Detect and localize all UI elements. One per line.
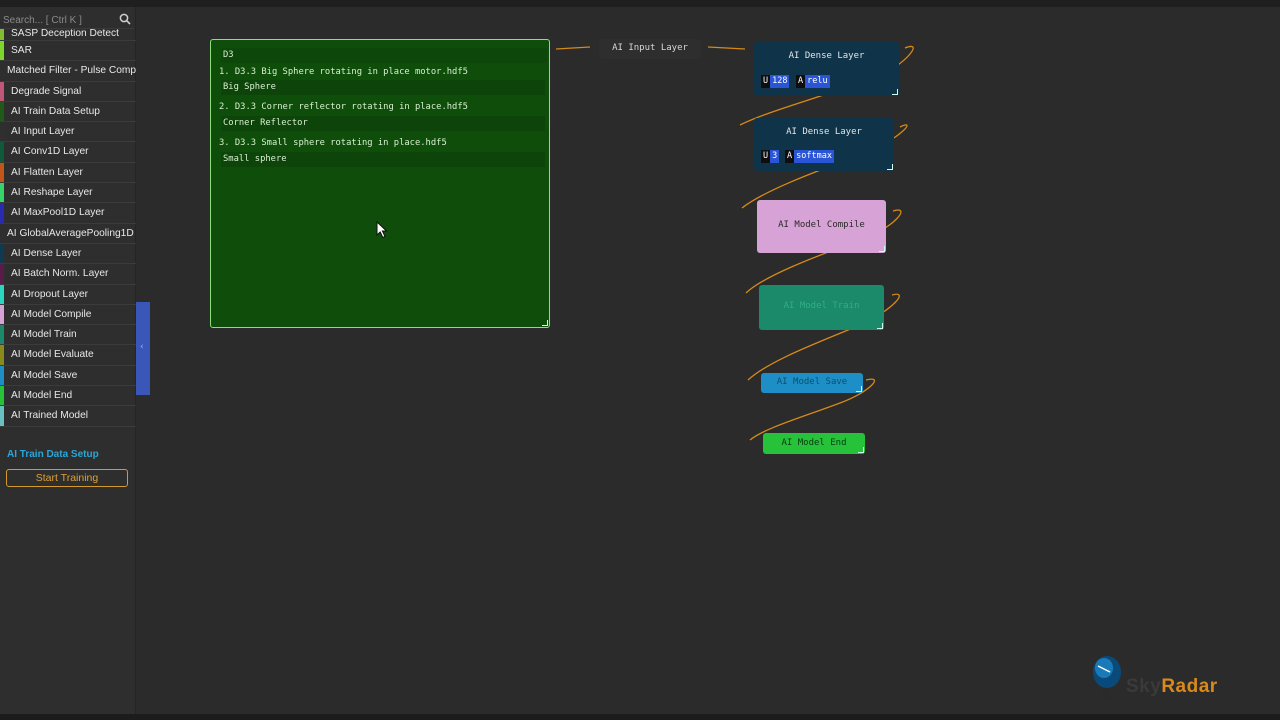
node-ai-model-train[interactable]: AI Model Train [759,285,884,330]
units-value[interactable]: 3 [770,150,780,163]
units-param[interactable]: U 128 [761,75,790,88]
connection-wires [555,45,914,441]
resize-handle-icon[interactable] [887,164,893,170]
dataset-file-1: 1. D3.3 Big Sphere rotating in place mot… [219,67,468,77]
node-ai-model-save[interactable]: AI Model Save [761,373,863,393]
dataset-label-input-3[interactable]: Small sphere [221,152,545,167]
resize-handle-icon[interactable] [892,89,898,95]
node-ai-model-end[interactable]: AI Model End [763,433,865,454]
radar-dish-icon [1093,656,1121,702]
node-title: AI Model Save [776,377,848,387]
activation-param[interactable]: Asoftmax [785,150,834,163]
activation-value[interactable]: relu [805,75,830,88]
dataset-label-input-2[interactable]: Corner Reflector [221,116,545,131]
activation-key: A [785,150,795,163]
units-param[interactable]: U3 [761,150,780,163]
logo-wordmark: SkyRadar [1126,676,1218,698]
resize-handle-icon[interactable] [858,447,864,453]
wire-dataset-input [555,46,591,50]
activation-key: A [796,75,806,88]
node-title: AI Input Layer [612,43,688,53]
logo-sky-text: Sky [1126,676,1162,697]
node-title: AI Dense Layer [786,127,862,137]
node-title: AI Model Compile [778,220,865,230]
logo-radar-text: Radar [1161,676,1218,697]
activation-value[interactable]: softmax [794,150,834,163]
dataset-label-input-1[interactable]: Big Sphere [221,80,545,95]
resize-handle-icon[interactable] [877,323,883,329]
mouse-cursor-icon [376,221,388,239]
node-title: AI Model Train [783,301,860,311]
node-title: AI Dense Layer [788,51,865,61]
dataset-node-d3[interactable]: D3 1. D3.3 Big Sphere rotating in place … [210,39,550,328]
node-ai-dense-layer-2[interactable]: AI Dense Layer U3 Asoftmax [754,118,894,171]
dataset-title: D3 [221,48,547,63]
wire-input-dense1 [707,46,746,50]
bottom-bar [0,714,1280,720]
resize-handle-icon[interactable] [856,386,862,392]
dataset-file-2: 2. D3.3 Corner reflector rotating in pla… [219,102,468,112]
node-ai-model-compile[interactable]: AI Model Compile [757,200,886,253]
units-key: U [761,150,771,163]
resize-handle-icon[interactable] [542,320,548,326]
activation-param[interactable]: Arelu [796,75,830,88]
node-ai-input-layer[interactable]: AI Input Layer [599,39,701,59]
skyradar-logo: SkyRadar [1088,648,1278,708]
node-ai-dense-layer-1[interactable]: AI Dense Layer U 128 Arelu [754,42,899,96]
node-title: AI Model End [781,438,847,448]
resize-handle-icon[interactable] [879,246,885,252]
units-value[interactable]: 128 [770,75,790,88]
units-key: U [761,75,771,88]
dataset-file-3: 3. D3.3 Small sphere rotating in place.h… [219,138,447,148]
